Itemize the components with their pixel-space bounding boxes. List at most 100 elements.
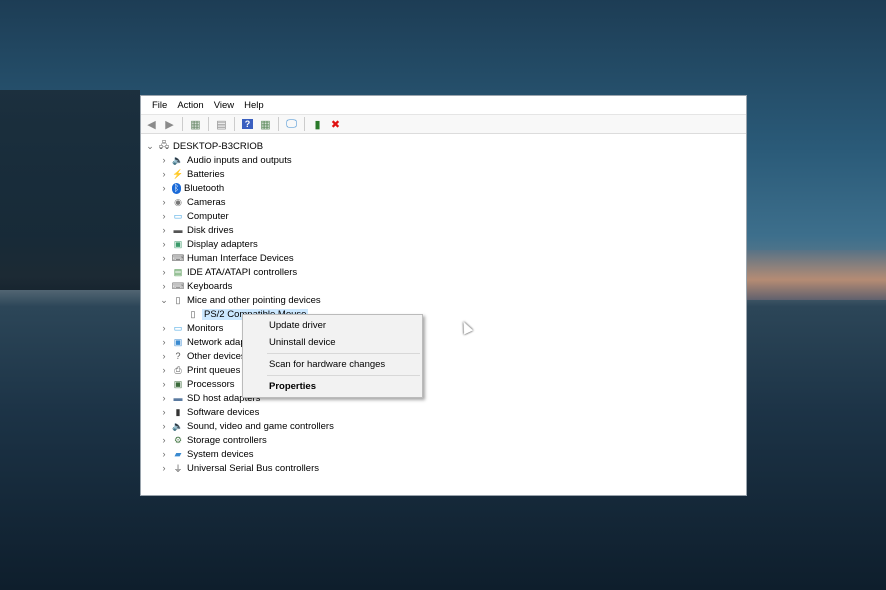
menu-file[interactable]: File (147, 100, 172, 111)
tree-item-batteries[interactable]: › ⚡ Batteries (141, 167, 746, 181)
expand-chevron-icon[interactable]: › (159, 225, 169, 235)
storage-controller-icon: ⚙ (173, 434, 183, 445)
tree-item-bluetooth-label: Bluetooth (184, 182, 225, 194)
disk-drive-icon: ▬ (173, 225, 183, 235)
tree-item-audio-inputs-and-outputs[interactable]: › 🔈 Audio inputs and outputs (141, 153, 746, 167)
collapse-chevron-icon[interactable]: ⌄ (145, 141, 155, 152)
expand-chevron-icon[interactable]: › (159, 393, 169, 403)
tree-item-other-devices[interactable]: ›? Other devices (141, 349, 746, 363)
tree-item-sound-video-and-game-controllers[interactable]: › 🔈 Sound, video and game controllers (141, 419, 746, 433)
menu-item-uninstall-device[interactable]: Uninstall device (243, 334, 422, 351)
properties-button[interactable]: ▤ (214, 117, 229, 131)
expand-chevron-icon[interactable]: › (159, 463, 169, 473)
tree-item-storage-controllers[interactable]: › ⚙ Storage controllers (141, 433, 746, 447)
toolbar-separator (182, 117, 183, 131)
toolbar-separator (304, 117, 305, 131)
expand-chevron-icon[interactable]: › (159, 379, 169, 389)
toolbar: ◀ ▶ ▦ ▤? ▦ 🖵 ▮ ✖ (141, 114, 746, 134)
tree-item-computer[interactable]: › ▭ Computer (141, 209, 746, 223)
device-manager-window: File Action View Help ◀ ▶ ▦ ▤? ▦ 🖵 ▮ ✖ ⌄ 🖧 DESKTOP-B… (140, 95, 747, 496)
sunset-horizon (740, 250, 886, 300)
action-pane-icon: ▦ (260, 118, 271, 131)
update-driver-button[interactable]: ▮ (310, 117, 325, 131)
menu-action[interactable]: Action (172, 100, 208, 111)
tree-item-sound-video-and-game-controllers-label: Sound, video and game controllers (187, 420, 334, 432)
expand-chevron-icon[interactable]: › (159, 407, 169, 417)
tree-item-print-queues-label: Print queues (187, 364, 241, 376)
menu-item-update-driver[interactable]: Update driver (243, 317, 422, 334)
tree-item-human-interface-devices-label: Human Interface Devices (187, 252, 294, 264)
menu-view[interactable]: View (209, 100, 239, 111)
ide-controller-icon: ▤ (173, 266, 183, 277)
monitor-icon: ▭ (173, 322, 183, 333)
expand-chevron-icon[interactable]: › (159, 435, 169, 445)
tree-item-display-adapters-label: Display adapters (187, 238, 258, 250)
show-hide-console-tree-button[interactable]: ▦ (188, 117, 203, 131)
network-adapter-icon: ▣ (173, 336, 183, 347)
expand-chevron-icon[interactable]: › (159, 421, 169, 431)
collapse-chevron-icon[interactable]: ⌄ (159, 295, 169, 306)
help-button[interactable]: ? (240, 117, 255, 131)
tree-item-universal-serial-bus-controllers[interactable]: › ⏚ Universal Serial Bus controllers (141, 461, 746, 475)
tree-item-processors[interactable]: › ▣ Processors (141, 377, 746, 391)
expand-chevron-icon[interactable]: › (159, 337, 169, 347)
show-hide-console-tree-icon: ▦ (190, 118, 201, 131)
expand-chevron-icon[interactable]: › (159, 169, 169, 179)
expand-chevron-icon[interactable]: › (159, 253, 169, 263)
toolbar-separator (234, 117, 235, 131)
tree-item-ide-ata-atapi-controllers[interactable]: › ▤ IDE ATA/ATAPI controllers (141, 265, 746, 279)
uninstall-button[interactable]: ✖ (328, 117, 343, 131)
expand-chevron-icon[interactable]: › (159, 365, 169, 375)
forward-icon: ▶ (165, 118, 174, 131)
sd-host-icon: ▬ (173, 393, 183, 403)
menu-help[interactable]: Help (239, 100, 269, 111)
expand-chevron-icon[interactable]: › (159, 267, 169, 277)
tree-item-disk-drives-label: Disk drives (187, 224, 234, 236)
tree-item-ps2-mouse[interactable]: ▯PS/2 Compatible Mouse (141, 307, 746, 321)
expand-chevron-icon[interactable]: › (159, 449, 169, 459)
tree-item-display-adapters[interactable]: › ▣ Display adapters (141, 237, 746, 251)
properties-icon: ▤ (216, 118, 227, 131)
expand-chevron-icon[interactable]: › (159, 323, 169, 333)
tree-item-print-queues[interactable]: › ⎙ Print queues (141, 363, 746, 377)
tree-item-network-adapters[interactable]: › ▣ Network adapters (141, 335, 746, 349)
expand-chevron-icon[interactable]: › (159, 183, 169, 193)
computer-icon: ▭ (173, 210, 183, 221)
expand-chevron-icon[interactable]: › (159, 211, 169, 221)
usb-icon: ⏚ (173, 463, 183, 474)
tree-item-system-devices[interactable]: › ▰ System devices (141, 447, 746, 461)
bluetooth-icon: ᛒ (172, 182, 181, 194)
menu-item-properties[interactable]: Properties (243, 378, 422, 395)
tree-item-disk-drives[interactable]: › ▬ Disk drives (141, 223, 746, 237)
expand-chevron-icon[interactable]: › (159, 239, 169, 249)
tree-item-bluetooth[interactable]: › ᛒ Bluetooth (141, 181, 746, 195)
camera-icon: ◉ (174, 196, 182, 207)
tree-item-storage-controllers-label: Storage controllers (187, 434, 267, 446)
back-button[interactable]: ◀ (144, 117, 159, 131)
expand-chevron-icon[interactable]: › (159, 281, 169, 291)
tree-item-keyboards[interactable]: › ⌨ Keyboards (141, 279, 746, 293)
device-tree: ⌄ 🖧 DESKTOP-B3CRIOB › 🔈 Audio inputs and outp… (141, 139, 746, 475)
tree-item-audio-inputs-and-outputs-label: Audio inputs and outputs (187, 154, 292, 166)
tree-item-cameras[interactable]: › ◉ Cameras (141, 195, 746, 209)
action-pane-button[interactable]: ▦ (258, 117, 273, 131)
toolbar-separator (278, 117, 279, 131)
forward-button[interactable]: ▶ (162, 117, 177, 131)
tree-item-monitors[interactable]: › ▭ Monitors (141, 321, 746, 335)
processor-icon: ▣ (173, 378, 183, 389)
tree-item-software-devices-label: Software devices (187, 406, 260, 418)
tree-item-other-devices-label: Other devices (187, 350, 246, 362)
tree-root[interactable]: ⌄ 🖧 DESKTOP-B3CRIOB (141, 139, 746, 153)
context-menu: Update driver Uninstall device Scan for … (242, 314, 423, 398)
menu-item-scan-hardware[interactable]: Scan for hardware changes (243, 356, 422, 373)
expand-chevron-icon[interactable]: › (159, 155, 169, 165)
tree-item-sd-host-adapters[interactable]: › ▬ SD host adapters (141, 391, 746, 405)
tree-item-computer-label: Computer (187, 210, 229, 222)
expand-chevron-icon[interactable]: › (159, 197, 169, 207)
expand-chevron-icon[interactable]: › (159, 351, 169, 361)
tree-item-mice-and-other-pointing-devices[interactable]: ⌄ ▯ Mice and other pointing devices (141, 293, 746, 307)
tree-item-software-devices[interactable]: › ▮ Software devices (141, 405, 746, 419)
tree-item-human-interface-devices[interactable]: › ⌨ Human Interface Devices (141, 251, 746, 265)
update-driver-icon: ▮ (314, 118, 321, 131)
scan-hardware-button[interactable]: 🖵 (284, 117, 299, 131)
